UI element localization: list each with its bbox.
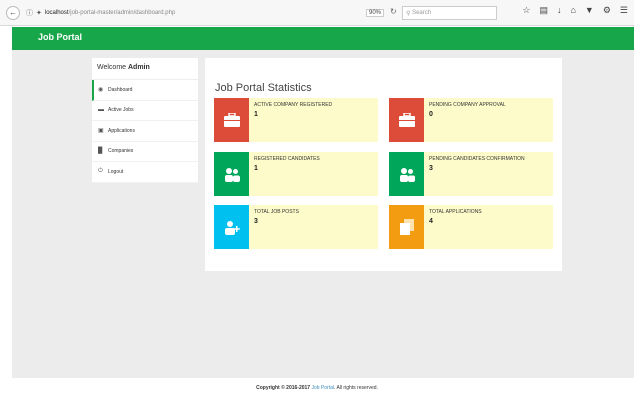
stat-card-pending-companies: PENDING COMPANY APPROVAL 0 <box>389 98 553 142</box>
stat-label: PENDING COMPANY APPROVAL <box>429 102 506 108</box>
stat-label: TOTAL JOB POSTS <box>254 209 299 215</box>
user-plus-icon <box>214 205 249 249</box>
power-icon: ⏻ <box>98 168 103 175</box>
clipboard-icon[interactable]: ▤ <box>539 5 548 16</box>
stat-label: REGISTERED CANDIDATES <box>254 156 320 162</box>
wrench-icon: ✦ <box>36 9 42 17</box>
url-path: /job-portal-master/admin/dashboard.php <box>68 9 176 16</box>
menu-icon[interactable]: ☰ <box>620 5 628 16</box>
stat-card-total-applications: TOTAL APPLICATIONS 4 <box>389 205 553 249</box>
footer-suffix: . All rights reserved. <box>333 385 378 391</box>
users-icon <box>214 152 249 196</box>
stat-value: 0 <box>429 111 433 118</box>
stat-value: 4 <box>429 218 433 225</box>
search-input[interactable]: ⚲ Search <box>402 6 497 20</box>
stat-label: ACTIVE COMPANY REGISTERED <box>254 102 333 108</box>
address-bar[interactable]: localhost/job-portal-master/admin/dashbo… <box>45 10 175 16</box>
building-icon: █ <box>98 148 103 155</box>
back-button[interactable]: ← <box>6 5 20 20</box>
sidebar-item-label: Active Jobs <box>108 107 134 114</box>
sidebar-item-dashboard[interactable]: ◉ Dashboard <box>92 80 198 101</box>
sidebar-item-logout[interactable]: ⏻ Logout <box>92 162 198 183</box>
welcome-text: Welcome Admin <box>92 58 198 80</box>
download-icon[interactable]: ↓ <box>557 5 562 16</box>
info-icon[interactable]: ⓘ <box>26 8 33 18</box>
sidebar-item-label: Dashboard <box>108 86 133 93</box>
stat-value: 3 <box>429 165 433 172</box>
extension-icon[interactable]: ⚙ <box>603 5 611 16</box>
sidebar-item-applications[interactable]: ▣ Applications <box>92 121 198 142</box>
top-navbar: Job Portal <box>12 27 634 50</box>
sidebar-item-companies[interactable]: █ Companies <box>92 142 198 162</box>
pocket-icon[interactable]: ▼ <box>585 5 594 16</box>
url-host: localhost <box>44 9 69 16</box>
stat-card-pending-candidates: PENDING CANDIDATES CONFIRMATION 3 <box>389 152 553 196</box>
briefcase-icon <box>389 98 424 142</box>
stat-value: 1 <box>254 165 258 172</box>
page-title: Job Portal Statistics <box>215 82 312 94</box>
files-icon <box>389 205 424 249</box>
sidebar: Welcome Admin ◉ Dashboard ▬ Active Jobs … <box>92 58 198 183</box>
zoom-level[interactable]: 90% <box>366 9 385 17</box>
welcome-prefix: Welcome <box>97 64 127 71</box>
stat-card-total-job-posts: TOTAL JOB POSTS 3 <box>214 205 378 249</box>
stat-card-registered-candidates: REGISTERED CANDIDATES 1 <box>214 152 378 196</box>
star-icon[interactable]: ☆ <box>522 5 530 16</box>
briefcase-icon: ▬ <box>98 107 104 114</box>
brand-logo[interactable]: Job Portal <box>38 32 82 42</box>
home-icon[interactable]: ⌂ <box>570 5 575 16</box>
stat-value: 3 <box>254 218 258 225</box>
search-placeholder: Search <box>412 10 432 16</box>
users-icon <box>389 152 424 196</box>
briefcase-icon <box>214 98 249 142</box>
address-card-icon: ▣ <box>98 128 104 135</box>
footer: Copyright © 2016-2017 Job Portal. All ri… <box>0 385 634 391</box>
footer-link[interactable]: Job Portal <box>311 385 334 391</box>
sidebar-item-label: Companies <box>108 148 134 155</box>
footer-copyright: Copyright © 2016-2017 <box>256 385 311 391</box>
stat-label: PENDING CANDIDATES CONFIRMATION <box>429 156 525 162</box>
stat-label: TOTAL APPLICATIONS <box>429 209 482 215</box>
toolbar-icons: ☆ ▤ ↓ ⌂ ▼ ⚙ ☰ <box>522 5 628 16</box>
stat-card-active-companies: ACTIVE COMPANY REGISTERED 1 <box>214 98 378 142</box>
reload-icon[interactable]: ↻ <box>390 7 397 16</box>
welcome-user: Admin <box>128 64 150 71</box>
sidebar-item-active-jobs[interactable]: ▬ Active Jobs <box>92 101 198 121</box>
stat-value: 1 <box>254 111 258 118</box>
sidebar-item-label: Logout <box>108 168 124 175</box>
arrow-left-icon: ← <box>9 8 17 17</box>
sidebar-item-label: Applications <box>108 127 135 134</box>
dashboard-icon: ◉ <box>98 87 104 94</box>
statistics-panel: Job Portal Statistics ACTIVE COMPANY REG… <box>205 58 562 271</box>
